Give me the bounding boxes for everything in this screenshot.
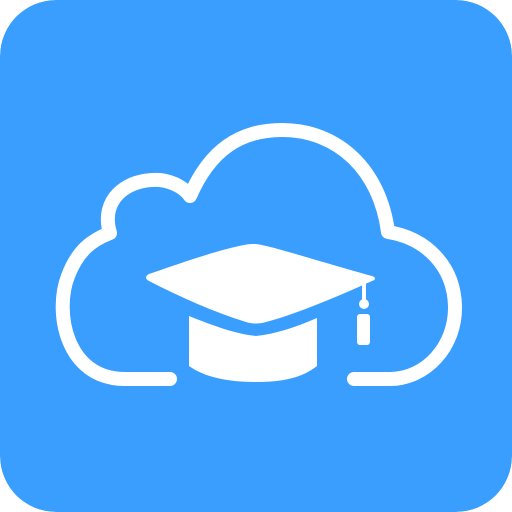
app-icon-graphic bbox=[0, 0, 512, 512]
tassel-end bbox=[357, 314, 370, 345]
tassel-knot bbox=[359, 299, 369, 309]
app-icon[interactable] bbox=[0, 0, 512, 512]
